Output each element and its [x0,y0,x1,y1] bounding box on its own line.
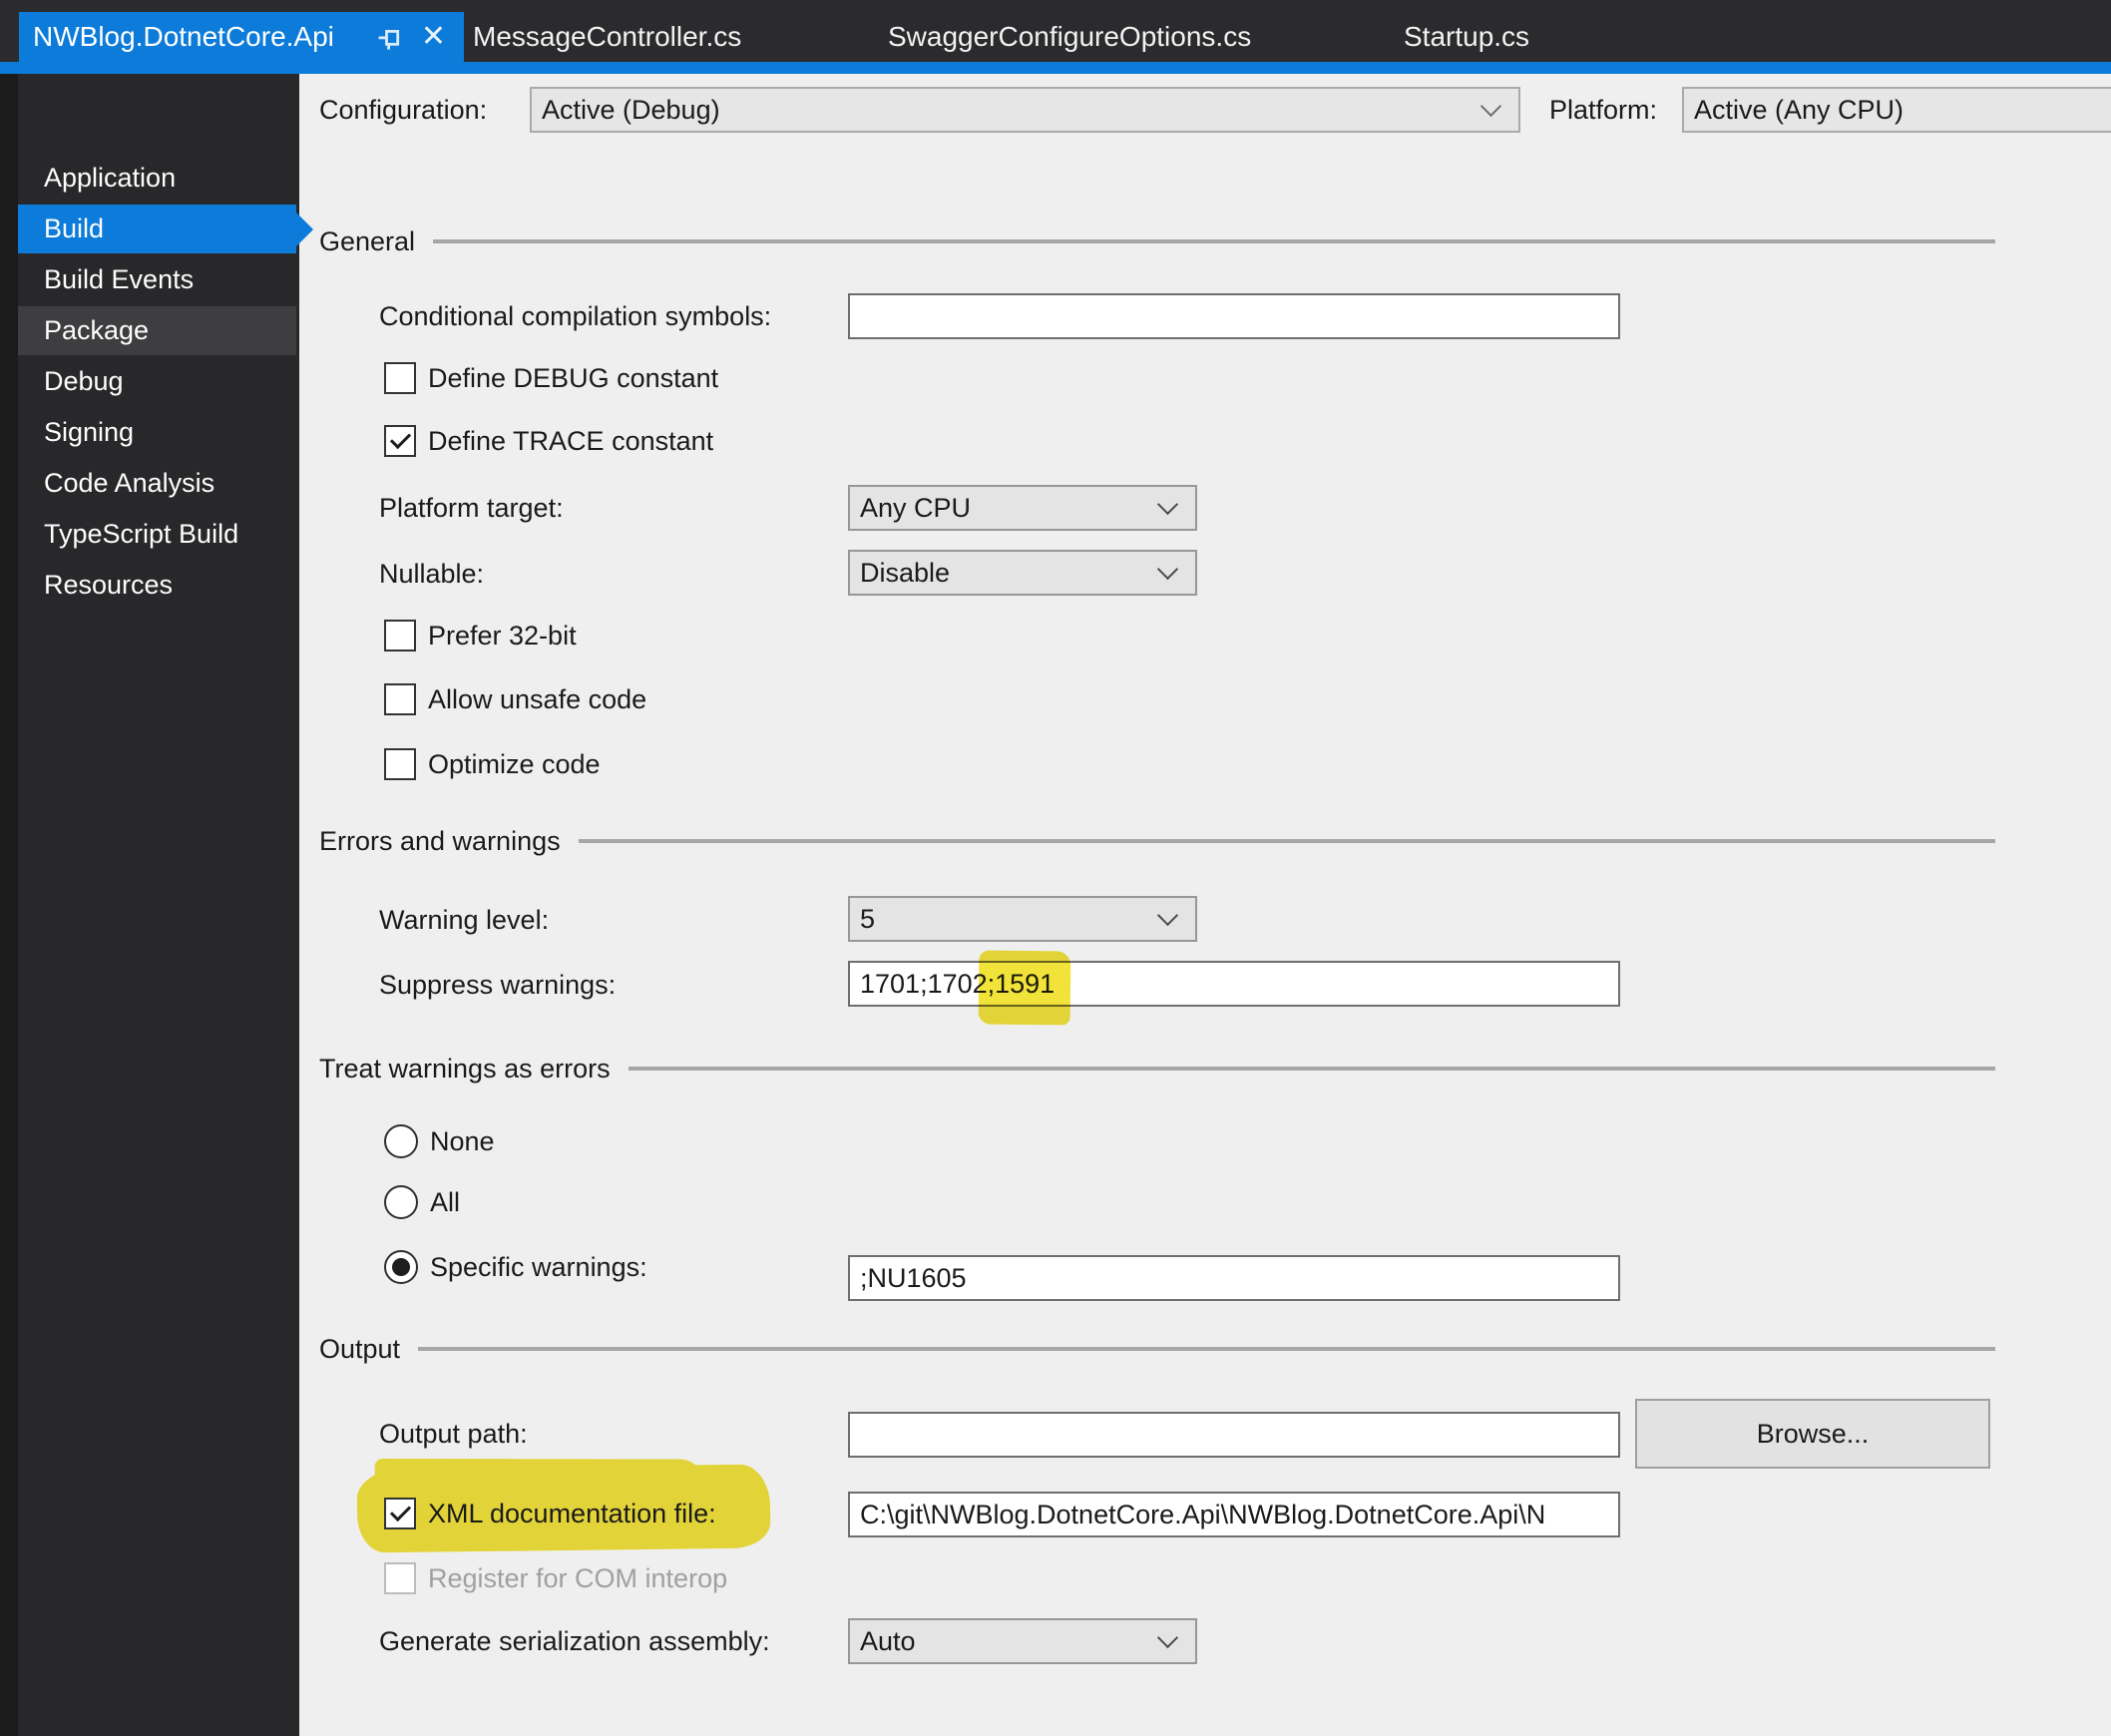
treat-warnings-specific-label: Specific warnings: [430,1252,647,1282]
checkbox-box [384,425,416,457]
xml-documentation-checkbox[interactable]: XML documentation file: [384,1498,716,1529]
define-debug-checkbox[interactable]: Define DEBUG constant [384,362,718,394]
sidebar-item-package[interactable]: Package [18,306,296,355]
optimize-code-label: Optimize code [428,749,601,779]
nullable-value: Disable [860,557,951,588]
sidebar-item-application[interactable]: Application [18,154,296,203]
section-rule [418,1347,1995,1351]
sidebar-item-resources[interactable]: Resources [18,561,296,610]
chevron-down-icon [1156,493,1179,515]
define-debug-label: Define DEBUG constant [428,363,719,393]
sidebar-item-build-events[interactable]: Build Events [18,255,296,304]
suppress-warnings-label: Suppress warnings: [379,970,617,1000]
warning-level-dropdown[interactable]: 5 [848,896,1197,942]
properties-sidebar: Application Build Build Events Package D… [0,74,313,1736]
platform-dropdown[interactable]: Active (Any CPU) [1682,87,2111,133]
sidebar-left-strip [0,74,18,1736]
build-settings-panel: Configuration: Active (Debug) Platform: … [299,74,2111,1736]
define-trace-label: Define TRACE constant [428,426,714,456]
prefer-32bit-label: Prefer 32-bit [428,621,577,651]
warning-level-value: 5 [860,903,876,934]
chevron-down-icon [1479,95,1502,117]
radio-circle [384,1185,418,1219]
platform-value: Active (Any CPU) [1694,94,1904,125]
xml-documentation-input[interactable] [848,1492,1620,1537]
tab-project-properties[interactable]: NWBlog.DotnetCore.Api ✕ [19,12,464,62]
conditional-symbols-input[interactable] [848,293,1620,339]
register-com-label: Register for COM interop [428,1563,728,1593]
define-trace-checkbox[interactable]: Define TRACE constant [384,425,713,457]
allow-unsafe-label: Allow unsafe code [428,684,647,714]
generate-serialization-dropdown[interactable]: Auto [848,1618,1197,1664]
active-tab-accent-line [0,62,2111,74]
tab-label: NWBlog.DotnetCore.Api [33,21,334,52]
yellow-highlight-annotation [978,950,1071,1026]
platform-label: Platform: [1549,95,1658,125]
sidebar-item-signing[interactable]: Signing [18,408,296,457]
radio-circle [384,1250,418,1284]
document-tab-bar: NWBlog.DotnetCore.Api ✕ MessageControlle… [0,0,2111,62]
treat-warnings-none-radio[interactable]: None [384,1124,495,1158]
browse-button[interactable]: Browse... [1635,1399,1990,1469]
checkbox-box [384,620,416,651]
sidebar-item-debug[interactable]: Debug [18,357,296,406]
configuration-label: Configuration: [319,95,488,125]
treat-warnings-specific-radio[interactable]: Specific warnings: [384,1250,647,1284]
chevron-down-icon [1156,558,1179,580]
conditional-symbols-label: Conditional compilation symbols: [379,301,772,331]
configuration-dropdown[interactable]: Active (Debug) [530,87,1520,133]
sidebar-item-build[interactable]: Build [18,205,313,253]
section-treat-warnings: Treat warnings as errors [319,1051,1995,1086]
nullable-dropdown[interactable]: Disable [848,550,1197,596]
nullable-label: Nullable: [379,559,485,589]
platform-target-dropdown[interactable]: Any CPU [848,485,1197,531]
platform-target-value: Any CPU [860,492,972,523]
treat-warnings-all-label: All [430,1187,461,1217]
section-rule [433,239,1995,243]
specific-warnings-input[interactable] [848,1255,1620,1301]
platform-target-label: Platform target: [379,493,564,523]
close-icon[interactable]: ✕ [421,22,446,52]
checkbox-box [384,683,416,715]
section-errors-warnings: Errors and warnings [319,823,1995,859]
generate-serialization-value: Auto [860,1625,916,1656]
section-general: General [319,223,1995,259]
generate-serialization-label: Generate serialization assembly: [379,1626,770,1656]
section-rule [578,839,1995,843]
checkbox-box [384,1562,416,1594]
checkbox-box [384,362,416,394]
tab-startup[interactable]: Startup.cs [1404,12,1529,62]
chevron-down-icon [1156,904,1179,926]
radio-circle [384,1124,418,1158]
optimize-code-checkbox[interactable]: Optimize code [384,748,601,780]
chevron-down-icon [1156,1626,1179,1648]
suppress-warnings-input[interactable] [848,961,1620,1007]
register-com-checkbox: Register for COM interop [384,1562,727,1594]
tab-message-controller[interactable]: MessageController.cs [473,12,741,62]
output-path-label: Output path: [379,1419,528,1449]
prefer-32bit-checkbox[interactable]: Prefer 32-bit [384,620,577,651]
configuration-value: Active (Debug) [542,94,720,125]
sidebar-item-code-analysis[interactable]: Code Analysis [18,459,296,508]
checkbox-box [384,1498,416,1529]
xml-documentation-label: XML documentation file: [428,1499,716,1528]
treat-warnings-all-radio[interactable]: All [384,1185,460,1219]
section-treat-warnings-title: Treat warnings as errors [319,1053,611,1084]
output-path-input[interactable] [848,1412,1620,1458]
section-output: Output [319,1331,1995,1367]
section-general-title: General [319,225,416,256]
section-rule [628,1067,1995,1071]
pin-icon[interactable] [375,22,405,52]
sidebar-item-typescript-build[interactable]: TypeScript Build [18,510,296,559]
treat-warnings-none-label: None [430,1126,495,1156]
allow-unsafe-checkbox[interactable]: Allow unsafe code [384,683,646,715]
vs-project-properties-window: NWBlog.DotnetCore.Api ✕ MessageControlle… [0,0,2111,1736]
section-errors-warnings-title: Errors and warnings [319,825,561,856]
section-output-title: Output [319,1333,401,1364]
tab-swagger-configure-options[interactable]: SwaggerConfigureOptions.cs [888,12,1251,62]
warning-level-label: Warning level: [379,905,550,935]
checkbox-box [384,748,416,780]
